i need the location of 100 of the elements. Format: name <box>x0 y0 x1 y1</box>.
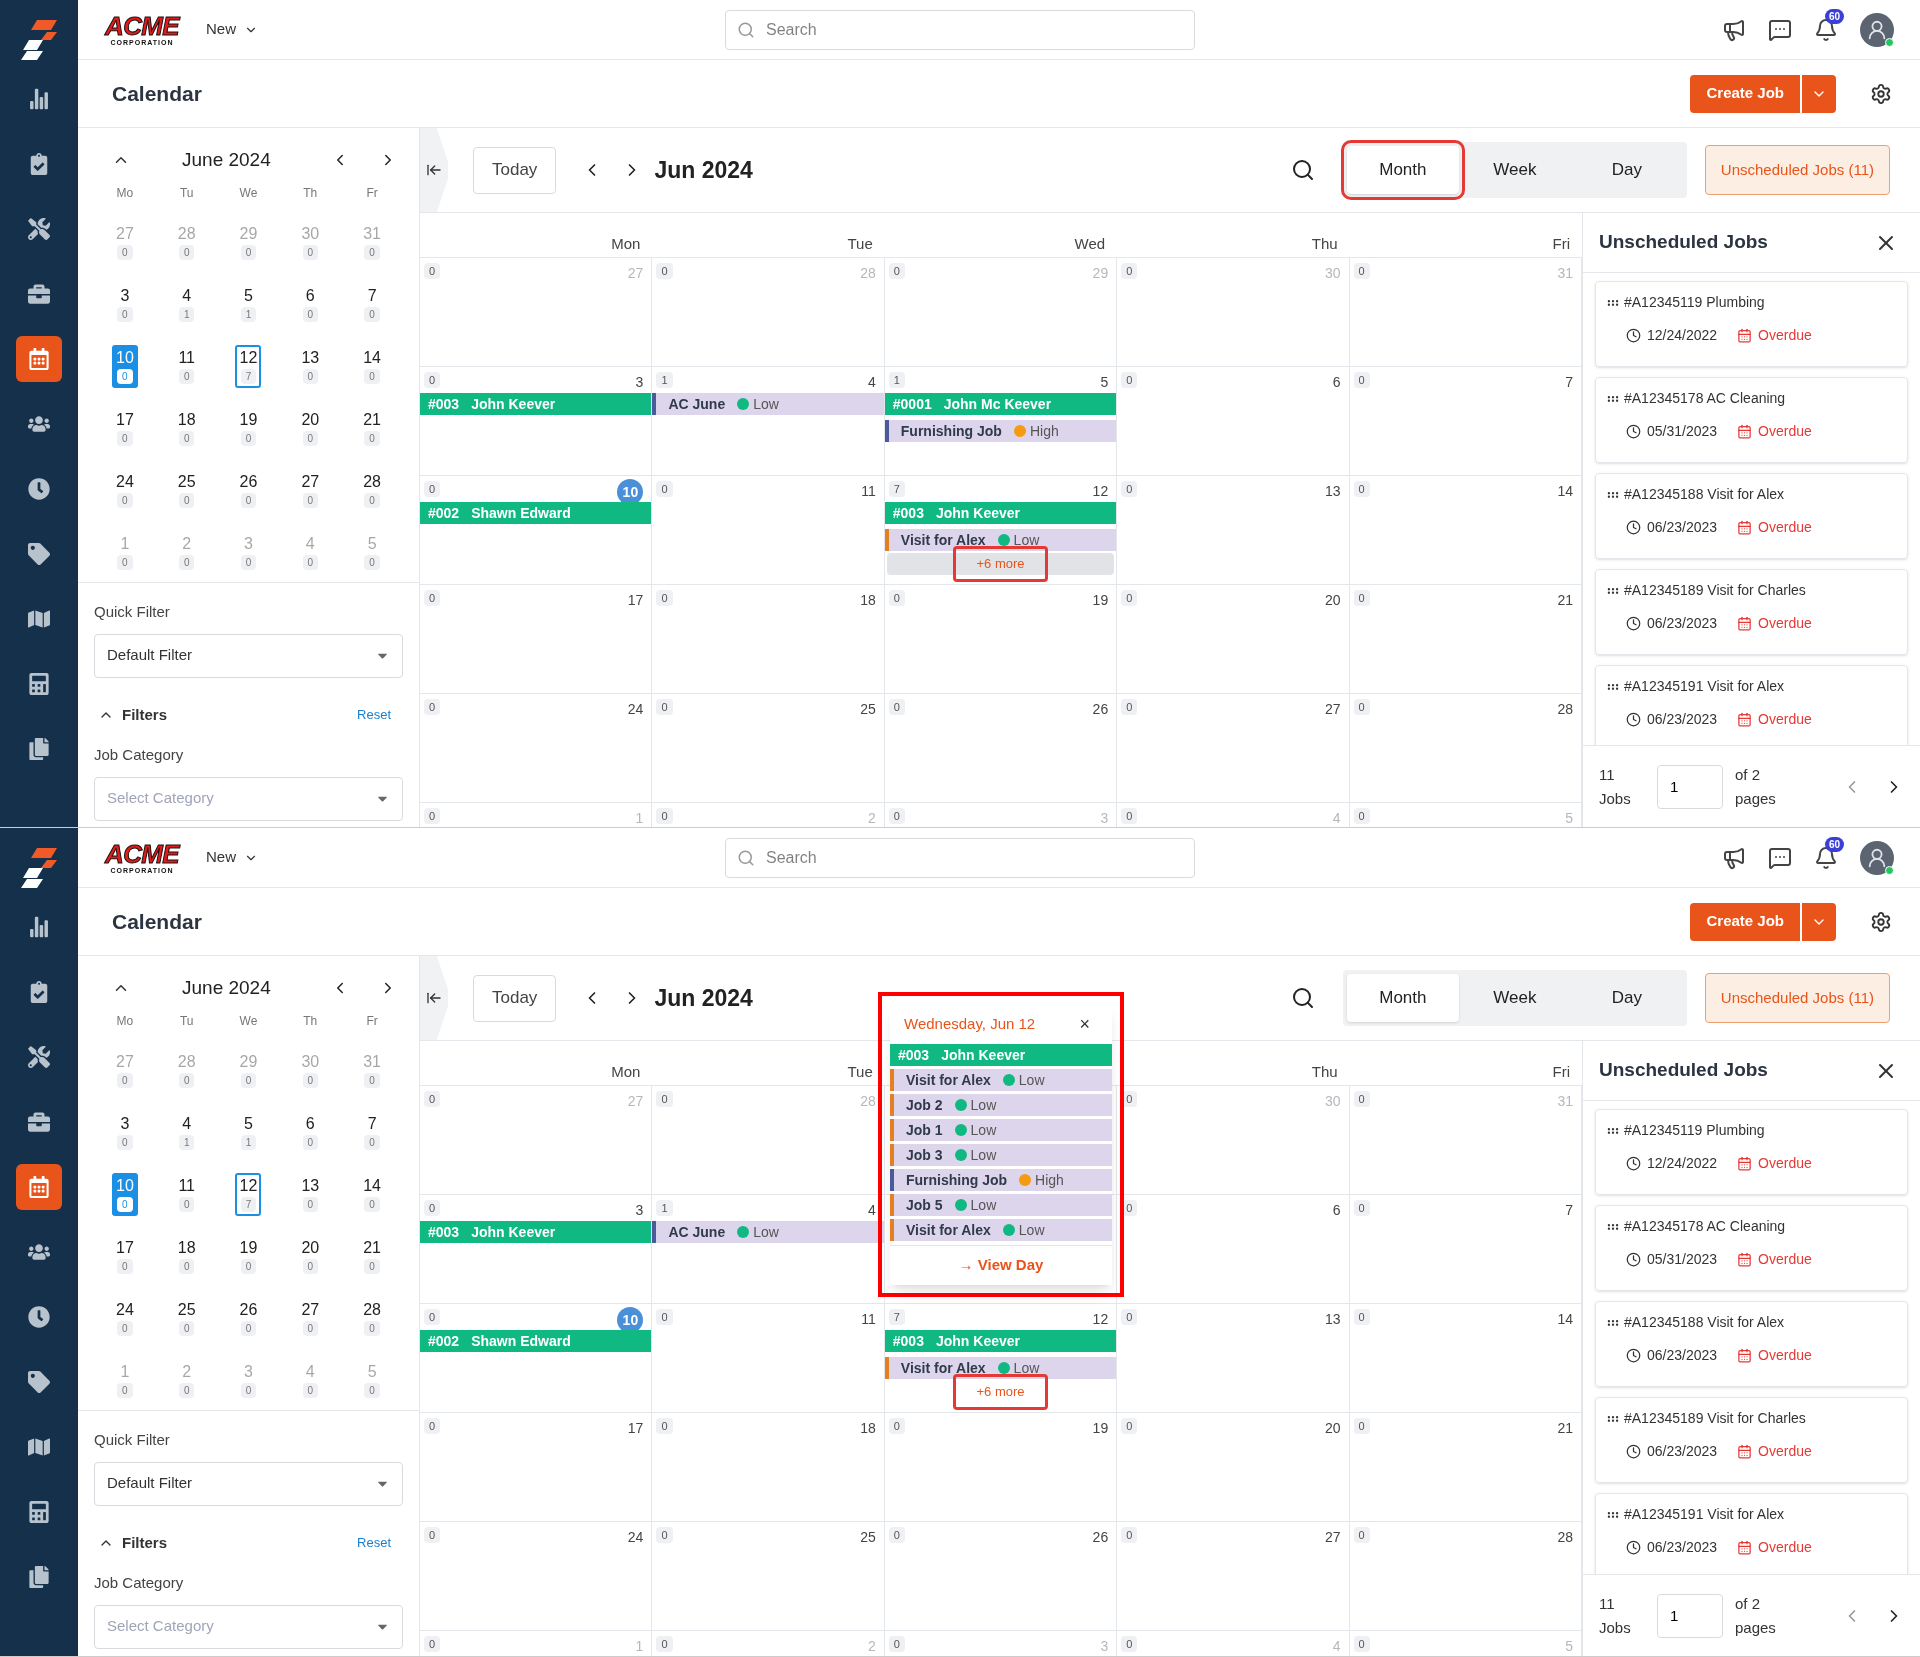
mini-calendar-day[interactable]: 12 7 <box>235 345 262 388</box>
mini-calendar-day[interactable]: 5 1 <box>235 1111 262 1154</box>
view-tab[interactable]: Day <box>1570 146 1683 194</box>
search-icon[interactable] <box>1290 158 1315 182</box>
mini-calendar-day[interactable]: 10 0 <box>111 345 138 388</box>
mini-calendar-day[interactable]: 24 0 <box>111 1297 138 1340</box>
mini-calendar-day[interactable]: 13 0 <box>297 345 324 388</box>
mini-calendar-day[interactable]: 4 1 <box>173 283 200 326</box>
chat-icon[interactable] <box>1768 845 1792 870</box>
mini-calendar-day[interactable]: 29 0 <box>235 1049 262 1092</box>
create-job-button[interactable]: Create Job <box>1690 902 1800 941</box>
mini-calendar-day[interactable]: 1 0 <box>111 1359 138 1402</box>
unscheduled-job-card[interactable]: #A12345119 Plumbing 12/24/2022 Overdue <box>1595 281 1908 367</box>
settings-icon[interactable] <box>1870 82 1892 105</box>
mini-calendar-day[interactable]: 5 1 <box>235 283 262 326</box>
sidebar-nav-button[interactable] <box>16 1164 62 1210</box>
mini-calendar-day[interactable]: 14 0 <box>359 1173 386 1216</box>
mini-calendar-day[interactable]: 27 0 <box>111 1049 138 1092</box>
task-event[interactable]: Job 5 Low <box>890 1194 1112 1216</box>
view-tab[interactable]: Week <box>1458 974 1571 1022</box>
mini-calendar-day[interactable]: 7 0 <box>359 283 386 326</box>
page-number-field[interactable]: 1 <box>1657 764 1723 809</box>
reset-link[interactable]: Reset <box>357 705 391 725</box>
mini-calendar-day[interactable]: 4 1 <box>173 1111 200 1154</box>
page-number-field[interactable]: 1 <box>1657 1593 1723 1638</box>
new-menu-button[interactable]: New <box>205 18 258 41</box>
task-event[interactable]: Visit for Alex Low <box>884 1357 1117 1379</box>
today-button[interactable]: Today <box>473 974 557 1022</box>
mini-calendar-day[interactable]: 18 0 <box>173 407 200 450</box>
task-event[interactable]: Job 1 Low <box>890 1119 1112 1141</box>
search-field[interactable]: Search <box>724 9 1195 50</box>
mini-calendar-day[interactable]: 3 0 <box>235 1359 262 1402</box>
create-options-button[interactable] <box>1802 902 1836 941</box>
mini-calendar-day[interactable]: 21 0 <box>359 1235 386 1278</box>
mini-calendar-day[interactable]: 7 0 <box>359 1111 386 1154</box>
mini-calendar-day[interactable]: 20 0 <box>297 407 324 450</box>
task-event[interactable]: Job 3 Low <box>890 1144 1112 1166</box>
mini-calendar-day[interactable]: 28 0 <box>359 469 386 512</box>
mini-calendar-day[interactable]: 30 0 <box>297 1049 324 1092</box>
mini-calendar-day[interactable]: 14 0 <box>359 345 386 388</box>
mini-calendar-day[interactable]: 26 0 <box>235 469 262 512</box>
create-options-button[interactable] <box>1802 74 1836 113</box>
today-button[interactable]: Today <box>473 146 557 194</box>
mini-calendar-day[interactable]: 21 0 <box>359 407 386 450</box>
mini-calendar-day[interactable]: 31 0 <box>359 1049 386 1092</box>
mini-calendar-day[interactable]: 17 0 <box>111 407 138 450</box>
new-menu-button[interactable]: New <box>205 846 258 869</box>
reset-link[interactable]: Reset <box>357 1533 391 1553</box>
settings-icon[interactable] <box>1870 910 1892 933</box>
view-tab[interactable]: Week <box>1458 146 1571 194</box>
mini-calendar-day[interactable]: 5 0 <box>359 1359 386 1402</box>
mini-calendar-day[interactable]: 26 0 <box>235 1297 262 1340</box>
task-event[interactable]: AC June Low <box>652 393 884 415</box>
mini-calendar-day[interactable]: 12 7 <box>235 1173 262 1216</box>
mini-calendar-day[interactable]: 27 0 <box>111 221 138 264</box>
mini-calendar-day[interactable]: 4 0 <box>297 1359 324 1402</box>
mini-calendar-day[interactable]: 25 0 <box>173 1297 200 1340</box>
announcement-icon[interactable] <box>1722 17 1746 42</box>
mini-calendar-day[interactable]: 24 0 <box>111 469 138 512</box>
mini-calendar-day[interactable]: 25 0 <box>173 469 200 512</box>
chat-icon[interactable] <box>1768 17 1792 42</box>
unscheduled-job-card[interactable]: #A12345119 Plumbing 12/24/2022 Overdue <box>1595 1109 1908 1195</box>
filters-toggle[interactable]: Filters <box>98 703 167 726</box>
mini-calendar-day[interactable]: 6 0 <box>297 283 324 326</box>
mini-calendar-day[interactable]: 19 0 <box>235 407 262 450</box>
task-event[interactable]: Job 2 Low <box>890 1094 1112 1116</box>
task-event[interactable]: Visit for Alex Low <box>890 1219 1112 1241</box>
mini-calendar-day[interactable]: 28 0 <box>359 1297 386 1340</box>
collapse-panel-tab[interactable] <box>420 128 448 212</box>
unscheduled-job-card[interactable]: #A12345189 Visit for Charles 06/23/2023 Overdue <box>1595 1397 1908 1483</box>
quick-filter-select[interactable]: Default Filter <box>94 633 403 678</box>
user-avatar[interactable] <box>1860 12 1894 47</box>
view-day-link[interactable]: → View Day <box>958 1254 1044 1277</box>
mini-calendar-day[interactable]: 6 0 <box>297 1111 324 1154</box>
task-event[interactable]: Visit for Alex Low <box>890 1069 1112 1091</box>
mini-calendar-day[interactable]: 20 0 <box>297 1235 324 1278</box>
mini-calendar-day[interactable]: 19 0 <box>235 1235 262 1278</box>
mini-calendar-day[interactable]: 29 0 <box>235 221 262 264</box>
search-field[interactable]: Search <box>724 837 1195 878</box>
mini-calendar-day[interactable]: 4 0 <box>297 531 324 574</box>
more-events-link[interactable]: +6 more <box>953 1374 1048 1410</box>
mini-calendar-day[interactable]: 11 0 <box>173 1173 200 1216</box>
close-button[interactable]: × <box>1079 1010 1090 1038</box>
mini-calendar-day[interactable]: 27 0 <box>297 1297 324 1340</box>
mini-calendar-day[interactable]: 11 0 <box>173 345 200 388</box>
quick-filter-select[interactable]: Default Filter <box>94 1461 403 1506</box>
search-icon[interactable] <box>1290 986 1315 1010</box>
mini-calendar-day[interactable]: 2 0 <box>173 531 200 574</box>
task-event[interactable]: Furnishing Job High <box>884 420 1117 442</box>
mini-calendar-day[interactable]: 28 0 <box>173 1049 200 1092</box>
task-event[interactable]: Furnishing Job High <box>890 1169 1112 1191</box>
mini-calendar-day[interactable]: 2 0 <box>173 1359 200 1402</box>
mini-calendar-day[interactable]: 3 0 <box>235 531 262 574</box>
unscheduled-job-card[interactable]: #A12345178 AC Cleaning 05/31/2023 Overdue <box>1595 377 1908 463</box>
unscheduled-job-card[interactable]: #A12345188 Visit for Alex 06/23/2023 Overdue <box>1595 473 1908 559</box>
mini-calendar-day[interactable]: 30 0 <box>297 221 324 264</box>
mini-calendar-day[interactable]: 27 0 <box>297 469 324 512</box>
mini-calendar-day[interactable]: 3 0 <box>111 1111 138 1154</box>
announcement-icon[interactable] <box>1722 845 1746 870</box>
mini-calendar-day[interactable]: 3 0 <box>111 283 138 326</box>
